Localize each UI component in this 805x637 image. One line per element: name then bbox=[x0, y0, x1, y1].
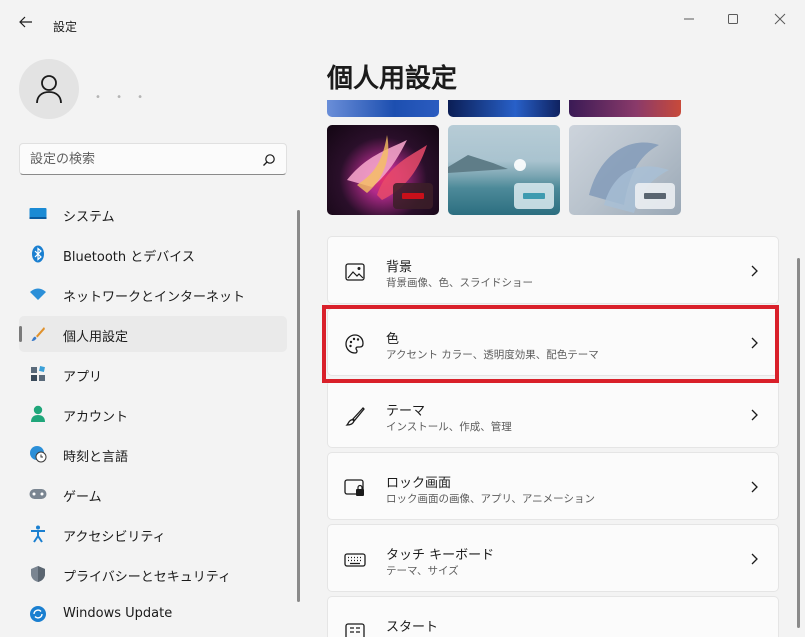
account-icon bbox=[29, 405, 47, 423]
content-scrollbar[interactable] bbox=[797, 258, 800, 628]
card-touch-keyboard[interactable]: タッチ キーボード テーマ、サイズ bbox=[327, 524, 779, 592]
card-background[interactable]: 背景 背景画像、色、スライドショー bbox=[327, 236, 779, 304]
chevron-right-icon bbox=[751, 553, 758, 565]
sidebar-nav: システム Bluetooth とデバイス ネットワークとインターネット 個人用設… bbox=[19, 196, 287, 636]
apps-icon bbox=[29, 365, 47, 383]
theme-thumbnail-partial[interactable] bbox=[448, 100, 560, 117]
sidebar-item-label: アクセシビリティ bbox=[63, 530, 166, 545]
card-subtitle: 背景画像、色、スライドショー bbox=[386, 277, 533, 289]
chevron-right-icon bbox=[751, 337, 758, 349]
arrow-left-icon bbox=[19, 16, 32, 28]
sidebar-item-label: アカウント bbox=[63, 410, 129, 425]
monitor-icon bbox=[29, 205, 47, 223]
image-icon bbox=[344, 261, 366, 283]
theme-thumbnail-partial[interactable] bbox=[327, 100, 439, 117]
globe-clock-icon bbox=[29, 445, 47, 463]
chevron-right-icon bbox=[751, 409, 758, 421]
maximize-button[interactable] bbox=[722, 8, 744, 30]
back-button[interactable] bbox=[12, 10, 40, 34]
close-icon bbox=[774, 13, 786, 25]
sidebar-item-personalization[interactable]: 個人用設定 bbox=[19, 316, 287, 352]
search-icon[interactable] bbox=[262, 153, 276, 167]
page-title: 個人用設定 bbox=[327, 64, 458, 94]
sidebar-item-network[interactable]: ネットワークとインターネット bbox=[19, 276, 287, 312]
accessibility-icon bbox=[29, 525, 47, 543]
palette-icon bbox=[344, 333, 366, 355]
gamepad-icon bbox=[29, 485, 47, 503]
card-themes[interactable]: テーマ インストール、作成、管理 bbox=[327, 380, 779, 448]
minimize-button[interactable] bbox=[678, 8, 700, 30]
sidebar-item-time-language[interactable]: 時刻と言語 bbox=[19, 436, 287, 472]
content-area: 背景 背景画像、色、スライドショー 色 アクセント カラー、透明度効果、配色テー… bbox=[327, 100, 779, 637]
card-subtitle: テーマ、サイズ bbox=[386, 565, 459, 577]
settings-window: 設定 • • • システム bbox=[0, 0, 805, 637]
sidebar-item-label: アプリ bbox=[63, 370, 103, 385]
wifi-icon bbox=[29, 285, 47, 303]
maximize-icon bbox=[728, 14, 738, 24]
theme-thumbnail-sunrise[interactable] bbox=[448, 125, 560, 215]
card-subtitle: ロック画面の画像、アプリ、アニメーション bbox=[386, 493, 595, 505]
sidebar-item-gaming[interactable]: ゲーム bbox=[19, 476, 287, 512]
sidebar-item-label: プライバシーとセキュリティ bbox=[63, 570, 231, 585]
sidebar-item-label: ゲーム bbox=[63, 490, 102, 505]
chevron-right-icon bbox=[751, 265, 758, 277]
title-bar: 設定 bbox=[0, 0, 805, 40]
lock-screen-icon bbox=[344, 477, 366, 499]
theme-thumbnail-glow[interactable] bbox=[327, 125, 439, 215]
sidebar-item-apps[interactable]: アプリ bbox=[19, 356, 287, 392]
card-title: 色 bbox=[386, 332, 400, 347]
minimize-icon bbox=[684, 18, 694, 20]
close-button[interactable] bbox=[769, 8, 791, 30]
search-box[interactable] bbox=[19, 143, 287, 175]
update-icon bbox=[29, 605, 47, 623]
card-lock-screen[interactable]: ロック画面 ロック画面の画像、アプリ、アニメーション bbox=[327, 452, 779, 520]
sidebar-item-bluetooth[interactable]: Bluetooth とデバイス bbox=[19, 236, 287, 272]
sidebar-item-label: Bluetooth とデバイス bbox=[63, 250, 195, 265]
card-title: ロック画面 bbox=[386, 476, 452, 491]
sidebar-item-system[interactable]: システム bbox=[19, 196, 287, 232]
avatar[interactable] bbox=[19, 59, 79, 119]
card-subtitle: アクセント カラー、透明度効果、配色テーマ bbox=[386, 349, 599, 361]
brush-icon bbox=[344, 405, 366, 427]
sidebar-item-windows-update[interactable]: Windows Update bbox=[19, 596, 287, 632]
sidebar-item-privacy[interactable]: プライバシーとセキュリティ bbox=[19, 556, 287, 592]
sidebar-item-accessibility[interactable]: アクセシビリティ bbox=[19, 516, 287, 552]
brush-icon bbox=[29, 325, 47, 343]
theme-thumbnail-flow[interactable] bbox=[569, 125, 681, 215]
card-colors[interactable]: 色 アクセント カラー、透明度効果、配色テーマ bbox=[327, 308, 779, 376]
person-icon bbox=[36, 75, 62, 104]
card-subtitle: インストール、作成、管理 bbox=[386, 421, 512, 433]
card-title: 背景 bbox=[386, 260, 413, 275]
keyboard-icon bbox=[344, 549, 366, 571]
chevron-right-icon bbox=[751, 481, 758, 493]
sidebar-item-label: 時刻と言語 bbox=[63, 450, 129, 465]
theme-thumbnail-partial[interactable] bbox=[569, 100, 681, 117]
search-input[interactable] bbox=[30, 149, 250, 169]
card-title: タッチ キーボード bbox=[386, 548, 495, 563]
shield-icon bbox=[29, 565, 47, 583]
start-icon bbox=[344, 621, 366, 637]
app-title: 設定 bbox=[53, 20, 78, 34]
sidebar-item-accounts[interactable]: アカウント bbox=[19, 396, 287, 432]
card-title: スタート bbox=[386, 620, 439, 635]
sidebar-scrollbar[interactable] bbox=[297, 210, 300, 602]
bluetooth-icon bbox=[29, 245, 47, 263]
sidebar-item-label: システム bbox=[63, 210, 115, 225]
sidebar-item-label: Windows Update bbox=[63, 606, 173, 621]
sidebar-item-label: ネットワークとインターネット bbox=[63, 290, 246, 305]
card-start[interactable]: スタート bbox=[327, 596, 779, 637]
sidebar-item-label: 個人用設定 bbox=[63, 330, 129, 345]
card-title: テーマ bbox=[386, 404, 426, 419]
account-name: • • • bbox=[95, 92, 150, 103]
